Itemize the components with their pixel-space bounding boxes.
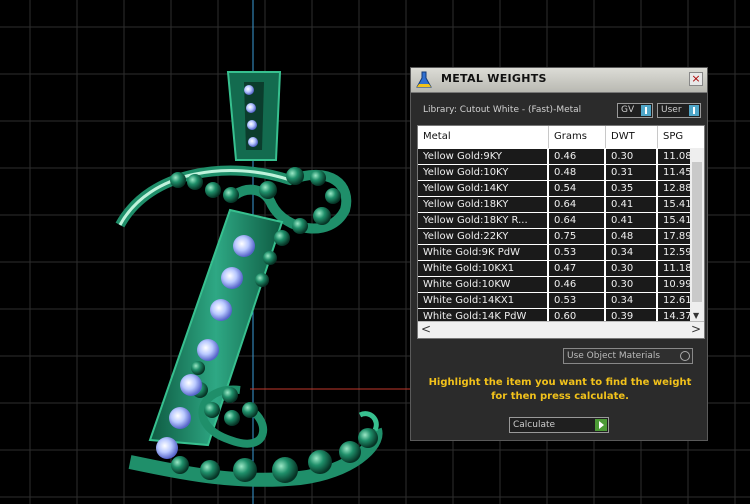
library-label: Library: Cutout White - (Fast)-Metal — [423, 105, 582, 115]
table-body: Yellow Gold:9KY 0.46 0.30 11.08 Yellow Gold:… — [418, 149, 704, 325]
table-row[interactable]: White Gold:10KX1 0.47 0.30 11.18 — [418, 261, 704, 277]
cell-grams: 0.46 — [549, 149, 604, 164]
cell-grams: 0.48 — [549, 165, 604, 180]
cell-dwt: 0.34 — [606, 293, 656, 308]
table-row[interactable]: Yellow Gold:14KY 0.54 0.35 12.88 — [418, 181, 704, 197]
user-toggle-label: User — [661, 105, 682, 115]
dialog-title: METAL WEIGHTS — [441, 72, 547, 85]
cell-grams: 0.75 — [549, 229, 604, 244]
gv-toggle-label: GV — [621, 105, 635, 115]
cell-dwt: 0.30 — [606, 149, 656, 164]
cell-metal: Yellow Gold:22KY — [418, 229, 547, 244]
close-button[interactable]: × — [689, 72, 703, 86]
cell-dwt: 0.30 — [606, 261, 656, 276]
cell-metal: Yellow Gold:14KY — [418, 181, 547, 196]
table-header: Metal Grams DWT SPG — [418, 126, 704, 148]
table-row[interactable]: Yellow Gold:22KY 0.75 0.48 17.89 — [418, 229, 704, 245]
cell-dwt: 0.48 — [606, 229, 656, 244]
horizontal-scrollbar[interactable]: < > — [418, 321, 704, 338]
table-row[interactable]: Yellow Gold:10KY 0.48 0.31 11.45 — [418, 165, 704, 181]
table-row[interactable]: Yellow Gold:18KY R... 0.64 0.41 15.41 — [418, 213, 704, 229]
column-header-metal[interactable]: Metal — [418, 126, 549, 148]
table-row[interactable]: Yellow Gold:18KY 0.64 0.41 15.41 — [418, 197, 704, 213]
cell-metal: Yellow Gold:10KY — [418, 165, 547, 180]
cell-grams: 0.64 — [549, 213, 604, 228]
cell-grams: 0.54 — [549, 181, 604, 196]
cell-dwt: 0.30 — [606, 277, 656, 292]
calculate-label: Calculate — [513, 420, 556, 430]
pendant-model — [115, 71, 383, 487]
calculate-button[interactable]: Calculate — [509, 417, 609, 433]
vertical-scrollbar[interactable]: ▼ — [690, 148, 704, 322]
user-toggle[interactable]: User — [657, 103, 701, 118]
cell-dwt: 0.31 — [606, 165, 656, 180]
cell-metal: White Gold:10KX1 — [418, 261, 547, 276]
scroll-down-icon[interactable]: ▼ — [693, 311, 699, 320]
toggle-icon — [641, 105, 651, 116]
instruction-text: Highlight the item you want to find the … — [428, 377, 692, 402]
use-object-materials-label: Use Object Materials — [567, 351, 661, 361]
column-header-spg[interactable]: SPG — [658, 126, 704, 148]
cell-metal: White Gold:9K PdW — [418, 245, 547, 260]
cell-dwt: 0.41 — [606, 197, 656, 212]
cell-grams: 0.47 — [549, 261, 604, 276]
dialog-titlebar[interactable]: METAL WEIGHTS × — [411, 68, 707, 93]
toggle-icon — [689, 105, 699, 116]
scroll-left-icon[interactable]: < — [421, 322, 431, 337]
play-icon — [595, 419, 607, 431]
cell-grams: 0.46 — [549, 277, 604, 292]
scroll-thumb[interactable] — [692, 162, 702, 302]
cell-metal: White Gold:10KW — [418, 277, 547, 292]
metal-weights-dialog: METAL WEIGHTS × Library: Cutout White - … — [410, 67, 708, 441]
table-row[interactable]: White Gold:10KW 0.46 0.30 10.99 — [418, 277, 704, 293]
cell-grams: 0.64 — [549, 197, 604, 212]
radio-icon — [680, 351, 690, 361]
flask-icon — [416, 71, 432, 88]
use-object-materials-toggle[interactable]: Use Object Materials — [563, 348, 693, 364]
column-header-grams[interactable]: Grams — [549, 126, 606, 148]
table-row[interactable]: Yellow Gold:9KY 0.46 0.30 11.08 — [418, 149, 704, 165]
cell-grams: 0.53 — [549, 293, 604, 308]
cell-metal: Yellow Gold:18KY — [418, 197, 547, 212]
gv-toggle[interactable]: GV — [617, 103, 653, 118]
table-row[interactable]: White Gold:14KX1 0.53 0.34 12.61 — [418, 293, 704, 309]
table-row[interactable]: White Gold:9K PdW 0.53 0.34 12.59 — [418, 245, 704, 261]
cell-metal: Yellow Gold:9KY — [418, 149, 547, 164]
column-header-dwt[interactable]: DWT — [606, 126, 658, 148]
scroll-right-icon[interactable]: > — [691, 322, 701, 337]
close-icon: × — [691, 72, 701, 85]
cell-grams: 0.53 — [549, 245, 604, 260]
metal-table[interactable]: Metal Grams DWT SPG Yellow Gold:9KY 0.46 0… — [417, 125, 705, 339]
cell-dwt: 0.35 — [606, 181, 656, 196]
cell-dwt: 0.41 — [606, 213, 656, 228]
cell-metal: White Gold:14KX1 — [418, 293, 547, 308]
cell-metal: Yellow Gold:18KY R... — [418, 213, 547, 228]
cell-dwt: 0.34 — [606, 245, 656, 260]
